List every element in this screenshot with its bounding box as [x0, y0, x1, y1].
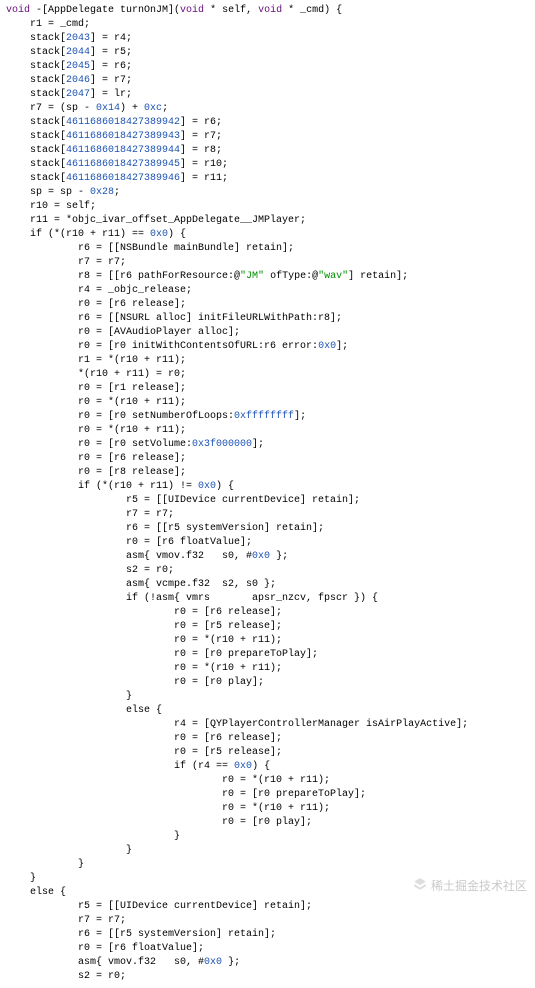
decompiled-code: void -[AppDelegate turnOnJM](void * self…: [0, 0, 535, 988]
watermark: 稀土掘金技术社区: [413, 877, 527, 894]
watermark-icon: [413, 877, 427, 894]
watermark-text: 稀土掘金技术社区: [431, 877, 527, 894]
kw-void: void: [6, 5, 30, 16]
